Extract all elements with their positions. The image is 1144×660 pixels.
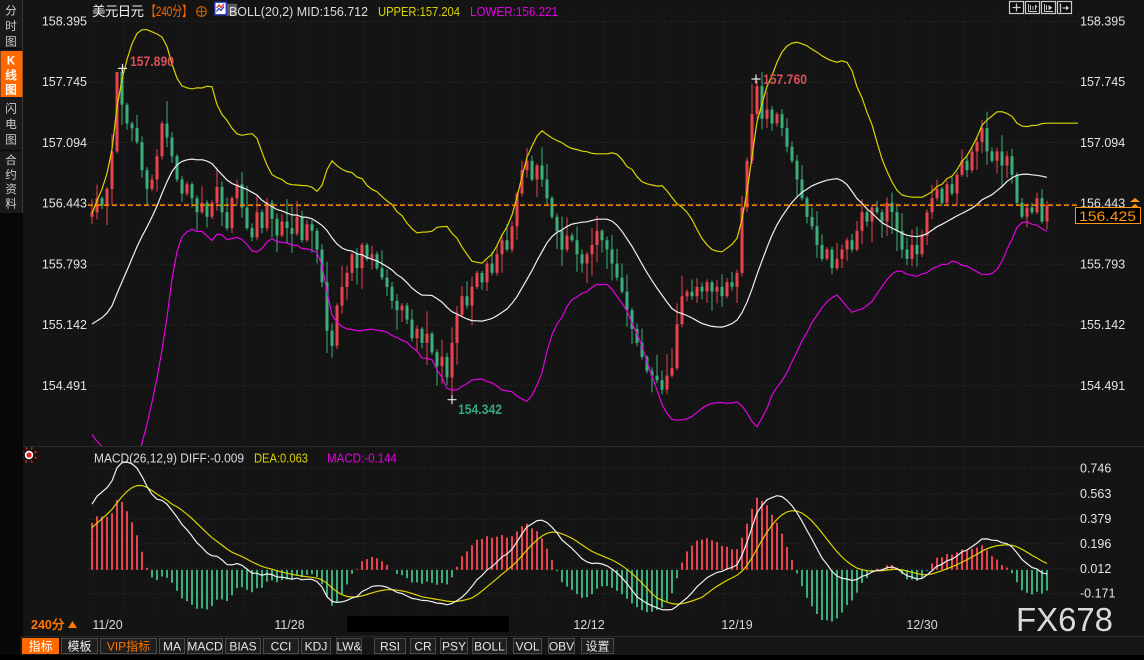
svg-text:12/12: 12/12 [573,618,604,632]
svg-text:图: 图 [5,134,17,147]
svg-text:155.793: 155.793 [42,257,87,271]
svg-text:UPPER:157.204: UPPER:157.204 [378,5,460,19]
svg-text:【240分】: 【240分】 [146,4,192,19]
svg-text:BOLL: BOLL [474,640,505,654]
svg-text:PSY: PSY [442,640,466,654]
svg-text:K: K [7,56,16,68]
svg-text:约: 约 [5,168,17,182]
svg-text:155.793: 155.793 [1080,257,1125,271]
svg-text:154.491: 154.491 [1080,379,1125,393]
svg-text:CCI: CCI [271,640,292,654]
svg-text:LOWER:156.221: LOWER:156.221 [470,5,558,19]
svg-text:LW&: LW& [336,640,361,654]
svg-text:DEA:0.063: DEA:0.063 [254,452,308,466]
svg-text:MACD:-0.144: MACD:-0.144 [327,452,397,466]
svg-text:VIP指标: VIP指标 [107,639,150,654]
svg-text:图: 图 [5,83,17,97]
svg-text:MACD: MACD [187,640,223,654]
svg-text:电: 电 [5,118,17,131]
svg-text:合: 合 [5,153,17,167]
svg-text:料: 料 [5,197,17,211]
svg-text:12/19: 12/19 [721,618,752,632]
svg-text:0.196: 0.196 [1080,537,1111,551]
svg-text:FX678: FX678 [1016,601,1113,638]
svg-text:线: 线 [5,68,17,82]
svg-text:157.890: 157.890 [130,54,174,69]
svg-text:时: 时 [5,20,17,33]
svg-text:RSI: RSI [380,640,400,654]
svg-text:图: 图 [5,36,17,49]
svg-text:CR: CR [414,640,432,654]
svg-text:0.012: 0.012 [1080,562,1111,576]
svg-text:155.142: 155.142 [42,318,87,332]
svg-text:157.760: 157.760 [763,72,807,87]
svg-text:11/28: 11/28 [274,618,304,632]
svg-text:设置: 设置 [585,640,609,654]
svg-text:156.425: 156.425 [1079,208,1136,224]
svg-text:BOLL(20,2) MID:156.712: BOLL(20,2) MID:156.712 [229,5,368,19]
svg-text:BIAS: BIAS [229,640,256,654]
svg-text:158.395: 158.395 [42,14,87,28]
svg-text:分: 分 [5,5,17,18]
svg-text:12/30: 12/30 [906,618,937,632]
svg-text:154.342: 154.342 [458,402,502,417]
svg-text:154.491: 154.491 [42,379,87,393]
svg-text:158.395: 158.395 [1080,14,1125,28]
svg-text:指标: 指标 [28,639,52,654]
svg-text:美元日元: 美元日元 [92,4,144,19]
svg-text:0.746: 0.746 [1080,462,1111,476]
svg-text:240分: 240分 [31,617,65,632]
svg-text:-0.171: -0.171 [1080,587,1115,601]
svg-text:11/20: 11/20 [92,618,122,632]
svg-text:VOL: VOL [515,640,539,654]
svg-text:157.094: 157.094 [1080,136,1125,150]
svg-text:模板: 模板 [67,640,91,654]
svg-text:MACD(26,12,9) DIFF:-0.009: MACD(26,12,9) DIFF:-0.009 [94,452,244,466]
svg-text:MA: MA [163,640,181,654]
svg-text:0.563: 0.563 [1080,487,1111,501]
svg-text:157.094: 157.094 [42,136,87,150]
svg-text:155.142: 155.142 [1080,318,1125,332]
svg-text:156.443: 156.443 [42,197,87,211]
svg-text:157.745: 157.745 [1080,75,1125,89]
svg-text:0.379: 0.379 [1080,512,1111,526]
svg-text:KDJ: KDJ [305,640,328,654]
svg-text:闪: 闪 [5,102,17,116]
svg-text:资: 资 [5,183,17,196]
svg-text:OBV: OBV [549,640,574,654]
svg-text:157.745: 157.745 [42,75,87,89]
